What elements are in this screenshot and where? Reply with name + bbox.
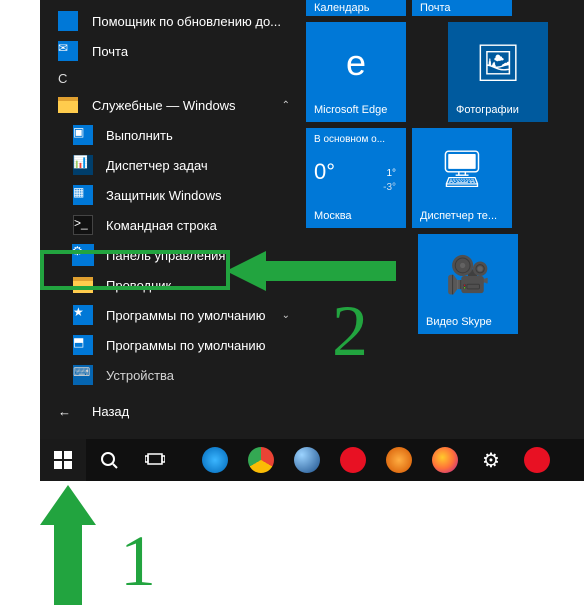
task-view-icon [145, 452, 165, 468]
annotation-number-2: 2 [332, 290, 368, 373]
opera-icon [524, 447, 550, 473]
gear-icon: ⚙ [482, 448, 500, 473]
tile-mail[interactable]: Почта [412, 0, 512, 16]
opera-icon [340, 447, 366, 473]
defaults-icon: ⬒ [72, 334, 94, 356]
taskbar-firefox[interactable] [422, 439, 468, 481]
taskbar-settings[interactable]: ⚙ [468, 439, 514, 481]
chrome-icon [248, 447, 274, 473]
control-panel-icon: ⚙ [72, 244, 94, 266]
app-label: Помощник по обновлению до... [92, 14, 281, 29]
task-view-button[interactable] [132, 439, 178, 481]
search-button[interactable] [86, 439, 132, 481]
photos-icon: 🖼 [448, 42, 548, 84]
taskbar-opera-2[interactable] [514, 439, 560, 481]
taskbar-app-orange[interactable] [376, 439, 422, 481]
firefox-icon [432, 447, 458, 473]
devices-icon: ⌨ [72, 364, 94, 386]
taskbar-edge[interactable] [192, 439, 238, 481]
item-devices[interactable]: ⌨ Устройства [40, 360, 300, 390]
tile-edge[interactable]: e Microsoft Edge [306, 22, 406, 122]
arrow-left-icon: ← [58, 404, 78, 419]
app-icon [386, 447, 412, 473]
tile-weather[interactable]: В основном о... 0° 1° -3° Москва [306, 128, 406, 228]
back-button[interactable]: ← Назад [40, 396, 300, 426]
taskbar-opera[interactable] [330, 439, 376, 481]
search-icon [100, 451, 118, 469]
start-button[interactable] [40, 439, 86, 481]
tile-photos[interactable]: 🖼 Фотографии [448, 22, 548, 122]
item-default-programs-1[interactable]: ★ Программы по умолчанию ⌄ [40, 300, 300, 330]
annotation-number-1: 1 [120, 520, 156, 603]
defaults-icon: ★ [72, 304, 94, 326]
item-cmd[interactable]: >_ Командная строка [40, 210, 300, 240]
tile-remote-desktop[interactable]: 🖥 Диспетчер те... [412, 128, 512, 228]
video-icon: 🎥 [418, 254, 518, 296]
item-defender[interactable]: ▦ Защитник Windows [40, 180, 300, 210]
item-run[interactable]: ▣ Выполнить [40, 120, 300, 150]
remote-icon: 🖥 [412, 148, 512, 190]
update-icon [58, 11, 78, 31]
terminal-icon: >_ [72, 214, 94, 236]
edge-icon [202, 447, 228, 473]
tiles-area: Календарь Почта e Microsoft Edge 🖼 Фотог… [300, 0, 584, 439]
folder-icon [58, 95, 78, 115]
edge-icon: e [306, 42, 406, 84]
app-label: Почта [92, 44, 128, 59]
item-default-programs-2[interactable]: ⬒ Программы по умолчанию [40, 330, 300, 360]
taskmgr-icon: 📊 [72, 154, 94, 176]
windows-icon [54, 451, 72, 469]
taskbar-app-globe[interactable] [284, 439, 330, 481]
taskbar: ⚙ [40, 439, 584, 481]
apps-list: Помощник по обновлению до... ✉ Почта С С… [40, 0, 300, 439]
folder-system-tools[interactable]: Служебные — Windows ⌃ [40, 90, 300, 120]
app-update-assistant[interactable]: Помощник по обновлению до... [40, 6, 300, 36]
explorer-icon [72, 274, 94, 296]
letter-header[interactable]: С [40, 66, 300, 90]
shield-icon: ▦ [72, 184, 94, 206]
tile-calendar[interactable]: Календарь [306, 0, 406, 16]
globe-icon [294, 447, 320, 473]
chevron-down-icon: ⌄ [282, 310, 290, 321]
folder-label: Служебные — Windows [92, 98, 236, 113]
annotation-arrow-1 [40, 485, 96, 605]
item-task-manager[interactable]: 📊 Диспетчер задач [40, 150, 300, 180]
start-menu: Помощник по обновлению до... ✉ Почта С С… [40, 0, 584, 439]
tile-skype-video[interactable]: 🎥 Видео Skype [418, 234, 518, 334]
mail-icon: ✉ [58, 41, 78, 61]
annotation-arrow-2 [226, 246, 396, 296]
app-mail[interactable]: ✉ Почта [40, 36, 300, 66]
chevron-up-icon: ⌃ [282, 100, 290, 111]
run-icon: ▣ [72, 124, 94, 146]
taskbar-chrome[interactable] [238, 439, 284, 481]
